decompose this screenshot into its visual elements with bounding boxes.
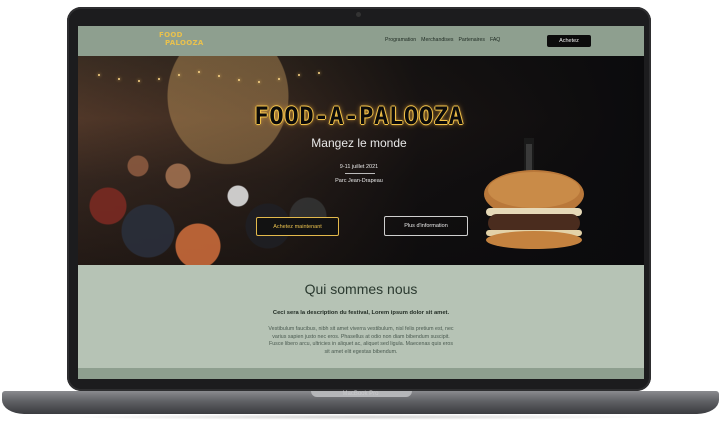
event-dates: 9-11 juillet 2021 — [339, 164, 379, 170]
about-lead: Ceci sera la description du festival, Lo… — [272, 310, 450, 316]
event-location: Parc Jean-Drapeau — [335, 178, 383, 184]
hero-title: FOOD-A-PALOOZA — [254, 102, 464, 130]
hero-section: FOOD-A-PALOOZA Mangez le monde 9-11 juil… — [78, 56, 644, 265]
footer-strip — [78, 368, 644, 379]
nav-item-partenaires[interactable]: Partenaires — [458, 37, 485, 43]
logo-line1: FOOD — [159, 31, 183, 39]
string-lights — [78, 66, 338, 96]
more-info-button[interactable]: Plus d'information — [384, 216, 468, 236]
buy-now-button[interactable]: Achetez maintenant — [256, 217, 339, 236]
nav-buy-button[interactable]: Achetez — [547, 35, 591, 47]
nav-item-programation[interactable]: Programation — [385, 37, 416, 43]
about-title: Qui sommes nous — [304, 281, 418, 297]
burger-image — [484, 138, 584, 249]
device-label: MacBook Pro — [342, 391, 379, 397]
nav-item-merchandises[interactable]: Merchandises — [421, 37, 453, 43]
nav-item-faq[interactable]: FAQ — [490, 37, 500, 43]
about-section: Qui sommes nous Ceci sera la description… — [78, 265, 644, 368]
site-logo[interactable]: FOOD PALOOZA — [159, 31, 204, 47]
webcam-icon — [356, 12, 361, 17]
logo-line2: PALOOZA — [165, 39, 204, 47]
hero-divider — [345, 173, 375, 174]
website-screen: FOOD PALOOZA Programation Merchandises P… — [78, 26, 644, 379]
laptop-shadow — [60, 414, 660, 420]
nav-menu: Programation Merchandises Partenaires FA… — [385, 37, 500, 43]
top-nav: FOOD PALOOZA Programation Merchandises P… — [78, 26, 644, 56]
laptop-mockup: FOOD PALOOZA Programation Merchandises P… — [0, 0, 721, 427]
about-body: Vestibulum faucibus, nibh sit amet viver… — [268, 326, 454, 355]
hero-subtitle: Mangez le monde — [311, 136, 407, 150]
